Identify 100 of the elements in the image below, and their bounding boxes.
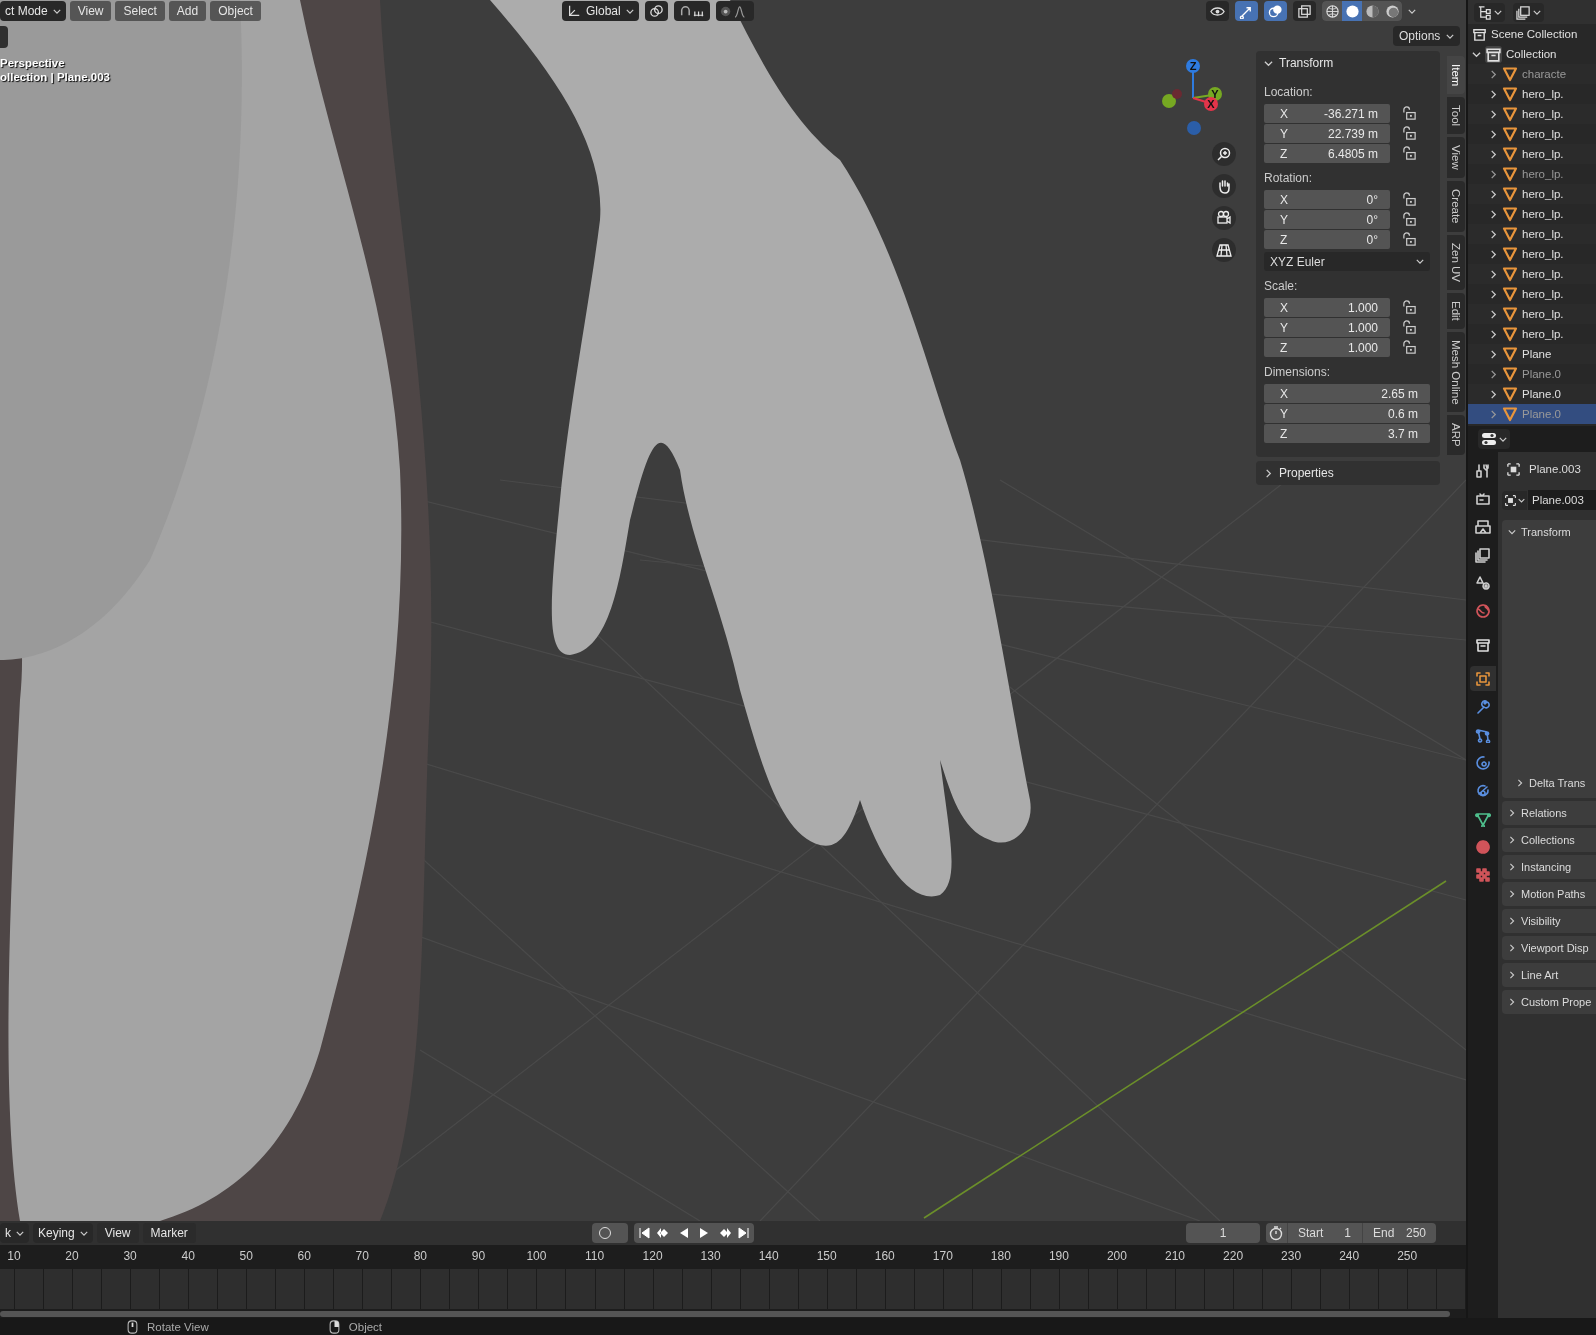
panel-header[interactable]: Properties xyxy=(1256,461,1440,485)
lock-icon[interactable] xyxy=(1402,192,1417,207)
menu-item[interactable]: Object xyxy=(210,1,261,21)
outliner-item[interactable]: hero_lp. xyxy=(1522,188,1564,200)
options-dropdown[interactable]: Options xyxy=(1393,26,1461,46)
menu-item[interactable]: Keying xyxy=(33,1223,93,1243)
proportional-edit-button[interactable] xyxy=(715,1,754,21)
scrollbar[interactable] xyxy=(0,1311,1450,1317)
number-field[interactable]: Z 6.4805 m xyxy=(1264,144,1390,163)
solid-shading-button[interactable] xyxy=(1342,1,1362,21)
lock-icon[interactable] xyxy=(1402,126,1417,141)
panel-header[interactable]: Transform xyxy=(1502,520,1596,544)
current-frame-field[interactable]: 1 xyxy=(1186,1223,1260,1243)
number-field[interactable]: X 2.65 m xyxy=(1264,384,1430,403)
sidebar-tab[interactable]: ARP xyxy=(1447,415,1465,455)
outliner-item[interactable]: Plane.0 xyxy=(1522,388,1561,400)
panel-header[interactable]: Line Art xyxy=(1502,963,1596,987)
outliner-item[interactable]: characte xyxy=(1522,68,1567,80)
number-field[interactable]: Z 1.000 xyxy=(1264,338,1390,357)
number-field[interactable]: Z 0° xyxy=(1264,230,1390,249)
start-frame-field[interactable]: Start 1 xyxy=(1287,1223,1361,1243)
sidebar-tab[interactable]: Edit xyxy=(1447,292,1465,329)
outliner-item[interactable]: hero_lp. xyxy=(1522,108,1564,120)
pivot-button[interactable] xyxy=(644,1,668,21)
number-field[interactable]: Y 22.739 m xyxy=(1264,124,1390,143)
outliner-item[interactable]: hero_lp. xyxy=(1522,208,1564,220)
wireframe-shading-button[interactable] xyxy=(1322,1,1342,21)
axis-handle[interactable]: X xyxy=(1204,97,1218,111)
outliner-item[interactable]: hero_lp. xyxy=(1522,168,1564,180)
outliner-item[interactable]: hero_lp. xyxy=(1522,268,1564,280)
sidebar-tab[interactable]: Mesh Online xyxy=(1447,331,1465,413)
display-mode-dropdown[interactable] xyxy=(1474,2,1505,22)
filter-dropdown[interactable] xyxy=(1513,2,1544,22)
outliner-item[interactable]: hero_lp. xyxy=(1522,228,1564,240)
outliner-item[interactable]: Collection xyxy=(1506,48,1557,60)
orientation-dropdown[interactable]: Global xyxy=(562,1,639,21)
xray-toggle[interactable] xyxy=(1293,1,1316,21)
object-type-dropdown[interactable] xyxy=(1502,490,1527,510)
sidebar-tab[interactable]: Create xyxy=(1447,181,1465,232)
number-field[interactable]: X 1.000 xyxy=(1264,298,1390,317)
end-frame-field[interactable]: End 250 xyxy=(1362,1223,1436,1243)
mode-dropdown[interactable]: ct Mode xyxy=(0,1,66,21)
gizmo-toggle[interactable] xyxy=(1235,1,1258,21)
panel-header[interactable]: Motion Paths xyxy=(1502,882,1596,906)
number-field[interactable]: X -36.271 m xyxy=(1264,104,1390,123)
grid-icon[interactable] xyxy=(1212,238,1236,262)
rendered-shading-button[interactable] xyxy=(1382,1,1402,21)
menu-item[interactable]: Add xyxy=(168,1,207,21)
overlay-toggle[interactable] xyxy=(1264,1,1287,21)
object-name-field[interactable]: Plane.003 xyxy=(1528,490,1596,510)
outliner-item[interactable]: hero_lp. xyxy=(1522,248,1564,260)
number-field[interactable]: Y 0° xyxy=(1264,210,1390,229)
lock-icon[interactable] xyxy=(1402,212,1417,227)
material-shading-button[interactable] xyxy=(1362,1,1382,21)
sidebar-tab[interactable]: Zen UV xyxy=(1447,234,1465,290)
menu-item[interactable]: Marker xyxy=(142,1223,196,1243)
subpanel-header[interactable]: Delta Trans xyxy=(1502,772,1596,794)
lock-icon[interactable] xyxy=(1402,146,1417,161)
number-field[interactable]: X 0° xyxy=(1264,190,1390,209)
snap-button[interactable] xyxy=(673,1,710,21)
lock-icon[interactable] xyxy=(1402,340,1417,355)
number-field[interactable]: Y 0.6 m xyxy=(1264,404,1430,423)
lock-icon[interactable] xyxy=(1402,300,1417,315)
axis-handle[interactable]: Z xyxy=(1186,59,1200,73)
lock-icon[interactable] xyxy=(1402,106,1417,121)
number-field[interactable]: Z 3.7 m xyxy=(1264,424,1430,443)
sidebar-tab[interactable]: View xyxy=(1447,137,1465,179)
sidebar-tab[interactable]: Tool xyxy=(1447,97,1465,135)
panel-header[interactable]: Custom Prope xyxy=(1502,990,1596,1014)
outliner-item[interactable]: hero_lp. xyxy=(1522,288,1564,300)
panel-header[interactable]: Visibility xyxy=(1502,909,1596,933)
sidebar-tab[interactable]: Item xyxy=(1447,56,1465,95)
menu-item[interactable]: k xyxy=(0,1223,29,1243)
panel-header[interactable]: Collections xyxy=(1502,828,1596,852)
toolbar-toggle[interactable] xyxy=(0,26,8,48)
outliner-item[interactable]: Plane xyxy=(1522,348,1552,360)
outliner-item[interactable]: hero_lp. xyxy=(1522,328,1564,340)
timeline-track[interactable] xyxy=(0,1269,1466,1309)
object-tab-icon[interactable] xyxy=(1470,666,1496,691)
panel-header[interactable]: Transform xyxy=(1256,51,1440,75)
lock-icon[interactable] xyxy=(1402,320,1417,335)
menu-item[interactable]: View xyxy=(69,1,112,21)
menu-item[interactable]: View xyxy=(96,1223,139,1243)
outliner-item[interactable]: Plane.0 xyxy=(1522,368,1561,380)
outliner-item[interactable]: Scene Collection xyxy=(1491,28,1578,40)
camera-icon[interactable] xyxy=(1212,206,1236,230)
panel-header[interactable]: Viewport Disp xyxy=(1502,936,1596,960)
lock-icon[interactable] xyxy=(1402,232,1417,247)
hand-icon[interactable] xyxy=(1212,174,1236,198)
panel-header[interactable]: Relations xyxy=(1502,801,1596,825)
rotation-mode-dropdown[interactable]: XYZ Euler xyxy=(1264,252,1430,271)
visibility-toggle[interactable] xyxy=(1206,1,1229,21)
zoom-icon[interactable] xyxy=(1212,142,1236,166)
editor-type-dropdown[interactable] xyxy=(1478,429,1510,449)
number-field[interactable]: Y 1.000 xyxy=(1264,318,1390,337)
menu-item[interactable]: Select xyxy=(115,1,165,21)
outliner-item[interactable]: hero_lp. xyxy=(1522,128,1564,140)
outliner-item[interactable]: hero_lp. xyxy=(1522,148,1564,160)
chevron-icon[interactable] xyxy=(1408,8,1416,14)
outliner-item[interactable]: hero_lp. xyxy=(1522,88,1564,100)
